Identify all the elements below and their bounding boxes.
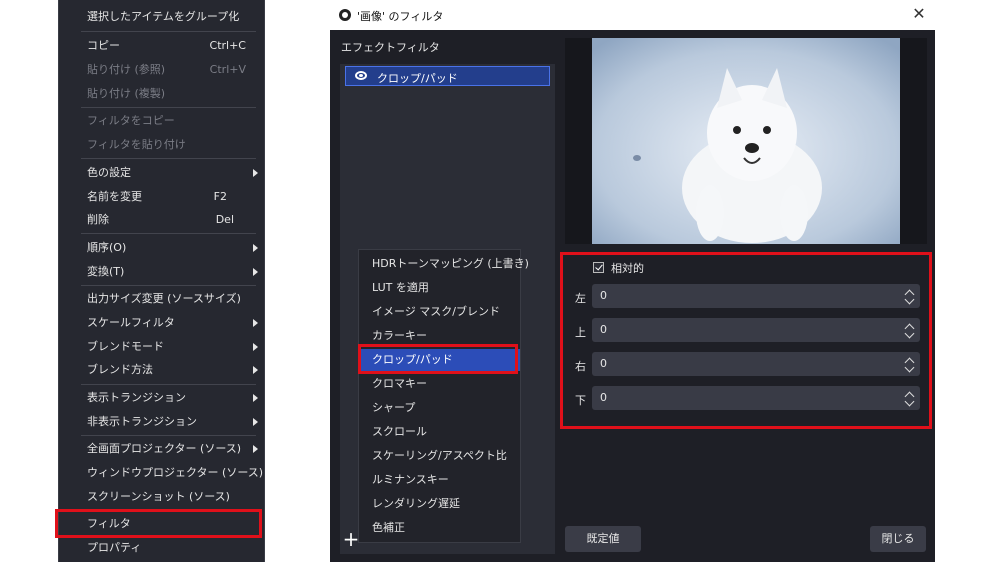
menu-item-fullscreen-projector[interactable]: 全画面プロジェクター (ソース) [59,438,264,460]
menu-item-paste-duplicate[interactable]: 貼り付け (複製) [59,83,264,105]
add-menu-item-scroll[interactable]: スクロール [359,421,520,443]
menu-separator [81,31,256,32]
effect-filters-header: エフェクトフィルタ [341,41,440,54]
menu-item-label: プロパティ [87,541,142,554]
menu-item-label: コピー [87,39,120,52]
menu-item-blend-mode[interactable]: ブレンドモード [59,336,264,358]
menu-item-copy-filters[interactable]: フィルタをコピー [59,110,264,132]
filter-item-label: クロップ/パッド [377,72,458,85]
title-bar: '画像' のフィルタ ✕ [330,0,935,30]
add-menu-item-render-delay[interactable]: レンダリング遅延 [359,493,520,515]
preview-image [592,38,900,244]
chevron-right-icon [253,445,258,453]
shortcut-label: Ctrl+V [209,63,246,76]
dog-in-snow-image [592,38,900,244]
source-context-menu: 選択したアイテムをグループ化 コピー Ctrl+C 貼り付け (参照) Ctrl+V… [58,0,265,562]
menu-item-label: 出力サイズ変更 (ソースサイズ) [87,292,241,305]
menu-separator [81,285,256,286]
add-menu-item-hdr-tonemap[interactable]: HDRトーンマッピング (上書き) [359,253,529,275]
menu-item-rename[interactable]: 名前を変更 F2 [59,186,264,208]
menu-item-paste-filters[interactable]: フィルタを貼り付け [59,134,264,156]
menu-item-label: 全画面プロジェクター (ソース) [87,442,242,455]
menu-item-order[interactable]: 順序(O) [59,237,264,259]
add-menu-item-sharpen[interactable]: シャープ [359,397,520,419]
menu-item-label: 貼り付け (参照) [87,63,166,76]
menu-item-label: ブレンド方法 [87,363,153,376]
highlight-crop-pad-box [358,344,518,374]
menu-item-scale-filter[interactable]: スケールフィルタ [59,312,264,334]
dialog-title: '画像' のフィルタ [357,10,444,23]
menu-item-label: 貼り付け (複製) [87,87,166,100]
menu-item-paste-reference[interactable]: 貼り付け (参照) Ctrl+V [59,59,264,81]
menu-item-label: フィルタをコピー [87,114,175,127]
chevron-right-icon [253,244,258,252]
menu-item-screenshot[interactable]: スクリーンショット (ソース) [59,486,264,508]
menu-separator [81,107,256,108]
menu-item-label: 選択したアイテムをグループ化 [87,10,240,23]
defaults-button[interactable]: 既定値 [565,526,641,552]
menu-item-label: フィルタを貼り付け [87,138,186,151]
add-menu-item-image-mask[interactable]: イメージ マスク/ブレンド [359,301,520,323]
chevron-right-icon [253,343,258,351]
shortcut-label: Ctrl+C [209,39,246,52]
menu-item-label: スクリーンショット (ソース) [87,490,230,503]
eye-icon[interactable] [355,71,367,80]
menu-item-copy[interactable]: コピー Ctrl+C [59,35,264,57]
chevron-right-icon [253,366,258,374]
chevron-right-icon [253,169,258,177]
menu-separator [81,435,256,436]
menu-separator [81,233,256,234]
add-menu-item-chroma-key[interactable]: クロマキー [359,373,520,395]
menu-item-label: 色の設定 [87,166,131,179]
menu-item-label: 変換(T) [87,265,125,278]
close-dialog-button[interactable]: 閉じる [870,526,926,552]
menu-item-window-projector[interactable]: ウィンドウプロジェクター (ソース) [59,462,264,484]
add-menu-item-apply-lut[interactable]: LUT を適用 [359,277,520,299]
add-menu-item-luma-key[interactable]: ルミナンスキー [359,469,520,491]
highlight-filters-box [55,509,262,538]
add-filter-menu: HDRトーンマッピング (上書き) LUT を適用 イメージ マスク/ブレンド … [358,249,529,543]
menu-item-label: スケールフィルタ [87,316,175,329]
menu-item-label: 削除 [87,213,109,226]
highlight-properties-box [560,252,932,429]
menu-item-label: ウィンドウプロジェクター (ソース) [87,466,264,479]
filter-list-item[interactable]: クロップ/パッド [345,66,550,86]
menu-item-properties[interactable]: プロパティ [59,537,264,559]
close-icon[interactable]: ✕ [909,4,929,23]
menu-item-label: 非表示トランジション [87,415,197,428]
menu-separator [81,158,256,159]
shortcut-label: Del [215,213,234,226]
chevron-right-icon [253,319,258,327]
chevron-right-icon [253,394,258,402]
menu-item-resize-output[interactable]: 出力サイズ変更 (ソースサイズ) [59,288,264,310]
chevron-right-icon [253,418,258,426]
menu-item-label: ブレンドモード [87,340,164,353]
add-menu-item-scaling-aspect[interactable]: スケーリング/アスペクト比 [359,445,520,467]
menu-item-delete[interactable]: 削除 Del [59,209,264,231]
add-menu-item-color-correction[interactable]: 色補正 [359,517,520,539]
menu-item-transform[interactable]: 変換(T) [59,261,264,283]
menu-item-group-selected[interactable]: 選択したアイテムをグループ化 [59,6,264,28]
shortcut-label: F2 [213,190,227,203]
chevron-right-icon [253,268,258,276]
menu-item-hide-transition[interactable]: 非表示トランジション [59,411,264,433]
menu-item-label: 表示トランジション [87,391,186,404]
menu-item-label: 順序(O) [87,241,127,254]
menu-separator [81,384,256,385]
menu-item-set-color[interactable]: 色の設定 [59,162,264,184]
menu-item-show-transition[interactable]: 表示トランジション [59,387,264,409]
obs-logo-icon [339,9,351,21]
menu-item-blend-method[interactable]: ブレンド方法 [59,359,264,381]
menu-item-label: 名前を変更 [87,190,142,203]
